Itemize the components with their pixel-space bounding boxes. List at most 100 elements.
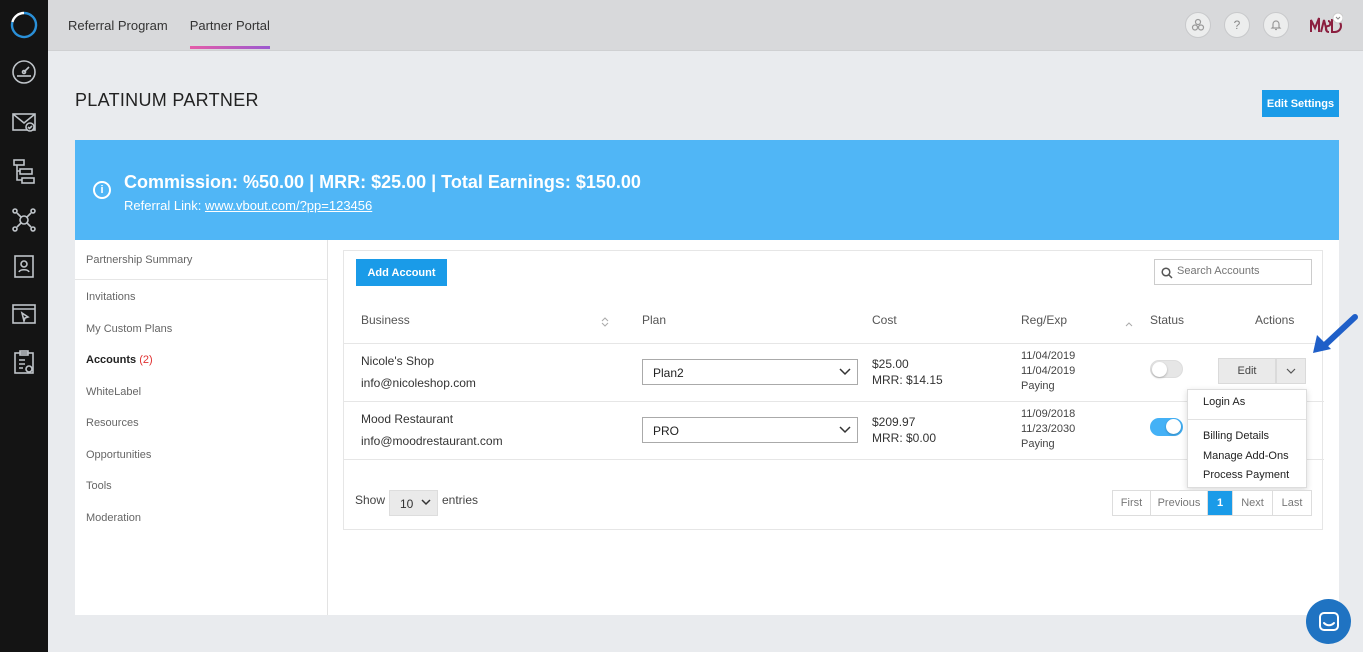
nav-whitelabel[interactable]: WhiteLabel — [86, 386, 141, 398]
mrr-value: MRR: $0.00 — [872, 431, 937, 445]
payment-state: Paying — [1021, 380, 1055, 392]
chevron-down-icon — [839, 426, 851, 434]
dashboard-gauge-icon[interactable] — [8, 56, 40, 88]
top-bar: Referral Program Partner Portal ? — [48, 0, 1363, 51]
page-next[interactable]: Next — [1233, 491, 1273, 515]
chevron-down-icon — [1286, 368, 1296, 374]
network-icon[interactable] — [8, 204, 40, 236]
business-email: info@nicoleshop.com — [361, 376, 476, 390]
cost-value: $25.00 — [872, 357, 909, 371]
page-first[interactable]: First — [1113, 491, 1151, 515]
chevron-down-icon — [421, 499, 431, 506]
col-actions: Actions — [1255, 313, 1295, 327]
plan-select[interactable]: PRO — [642, 417, 858, 443]
actions-dropdown-toggle[interactable] — [1276, 358, 1306, 384]
plan-select-value: Plan2 — [653, 366, 684, 380]
annotation-arrow-icon — [1309, 313, 1359, 362]
search-input[interactable] — [1177, 265, 1307, 277]
header-divider — [344, 343, 1324, 344]
reg-date: 11/09/2018 — [1021, 408, 1076, 420]
page-previous[interactable]: Previous — [1151, 491, 1208, 515]
partner-nav: Partnership Summary Invitations My Custo… — [75, 240, 328, 615]
nav-my-custom-plans[interactable]: My Custom Plans — [86, 323, 172, 335]
nav-invitations[interactable]: Invitations — [86, 291, 136, 303]
contacts-icon[interactable] — [8, 250, 40, 282]
toggle-knob — [1166, 419, 1181, 434]
menu-login-as[interactable]: Login As — [1203, 396, 1245, 408]
col-cost: Cost — [872, 313, 897, 327]
workflow-icon[interactable] — [8, 155, 40, 187]
payment-state: Paying — [1021, 438, 1055, 450]
info-icon: i — [93, 181, 111, 199]
search-icon — [1161, 266, 1173, 284]
nav-partnership-summary[interactable]: Partnership Summary — [86, 254, 192, 266]
col-status: Status — [1150, 313, 1185, 327]
email-icon[interactable] — [8, 106, 40, 138]
page-title: PLATINUM PARTNER — [75, 90, 259, 110]
row-divider — [344, 459, 1324, 460]
sort-asc-icon[interactable] — [1125, 314, 1133, 332]
menu-billing-details[interactable]: Billing Details — [1203, 430, 1269, 442]
business-name: Mood Restaurant — [361, 412, 454, 426]
page-1[interactable]: 1 — [1208, 491, 1233, 515]
mrr-value: MRR: $14.15 — [872, 373, 943, 387]
edit-account-button[interactable]: Edit — [1218, 358, 1276, 384]
nav-tools[interactable]: Tools — [86, 480, 112, 492]
nav-resources[interactable]: Resources — [86, 417, 139, 429]
page-size-select[interactable]: 10 — [389, 490, 438, 516]
row-divider — [344, 401, 1324, 402]
toggle-knob — [1152, 362, 1167, 377]
business-name: Nicole's Shop — [361, 354, 434, 368]
integrations-icon[interactable] — [1185, 12, 1211, 38]
landing-page-icon[interactable] — [8, 298, 40, 330]
clipboard-icon[interactable] — [8, 346, 40, 378]
status-toggle[interactable] — [1150, 418, 1183, 436]
exp-date: 11/04/2019 — [1021, 365, 1076, 377]
actions-dropdown-menu: Login As Billing Details Manage Add-Ons … — [1187, 389, 1307, 488]
col-plan: Plan — [642, 313, 667, 327]
exp-date: 11/23/2030 — [1021, 423, 1076, 435]
notification-bell-icon[interactable] — [1263, 12, 1289, 38]
show-label: Show — [355, 493, 386, 507]
col-reg-exp[interactable]: Reg/Exp — [1021, 313, 1067, 327]
plan-select[interactable]: Plan2 — [642, 359, 858, 385]
left-sidebar — [0, 0, 48, 652]
app-root: Referral Program Partner Portal ? PLATIN… — [0, 0, 1363, 652]
pagination: First Previous 1 Next Last — [1112, 490, 1312, 516]
referral-link-label: Referral Link: — [124, 198, 202, 213]
user-avatar-logo[interactable] — [1309, 12, 1344, 38]
nav-accounts[interactable]: Accounts (2) — [86, 354, 153, 366]
top-icons: ? — [1172, 12, 1344, 38]
chat-icon — [1318, 611, 1339, 631]
nav-moderation[interactable]: Moderation — [86, 512, 141, 524]
accounts-card: Add Account Business Plan Cost Reg/Exp S… — [343, 250, 1324, 530]
search-accounts — [1154, 259, 1312, 285]
page-last[interactable]: Last — [1273, 491, 1311, 515]
menu-manage-add-ons[interactable]: Manage Add-Ons — [1203, 450, 1289, 462]
help-icon[interactable]: ? — [1224, 12, 1250, 38]
tab-partner-portal[interactable]: Partner Portal — [189, 0, 271, 51]
plan-select-value: PRO — [653, 424, 680, 438]
banner-headline: Commission: %50.00 | MRR: $25.00 | Total… — [124, 172, 641, 192]
menu-divider — [1188, 419, 1306, 420]
menu-process-payment[interactable]: Process Payment — [1203, 469, 1289, 481]
referral-link[interactable]: www.vbout.com/?pp=123456 — [205, 198, 372, 213]
edit-settings-button[interactable]: Edit Settings — [1262, 90, 1339, 117]
nav-divider — [75, 279, 327, 280]
chat-launcher-button[interactable] — [1306, 599, 1351, 644]
accounts-count-badge: (2) — [139, 354, 153, 366]
status-toggle[interactable] — [1150, 360, 1183, 378]
top-nav: Referral Program Partner Portal — [68, 0, 292, 51]
chevron-down-icon — [839, 368, 851, 376]
app-logo-icon[interactable] — [8, 9, 40, 41]
nav-accounts-label: Accounts — [86, 354, 137, 366]
sort-both-icon[interactable] — [601, 314, 609, 332]
commission-banner: i Commission: %50.00 | MRR: $25.00 | Tot… — [75, 140, 1339, 240]
add-account-button[interactable]: Add Account — [356, 259, 447, 286]
tab-referral-program[interactable]: Referral Program — [68, 0, 168, 51]
business-email: info@moodrestaurant.com — [361, 434, 503, 448]
col-business[interactable]: Business — [361, 313, 410, 327]
referral-link-row: Referral Link: www.vbout.com/?pp=123456 — [124, 198, 372, 213]
entries-label: entries — [442, 493, 479, 507]
nav-opportunities[interactable]: Opportunities — [86, 449, 151, 461]
